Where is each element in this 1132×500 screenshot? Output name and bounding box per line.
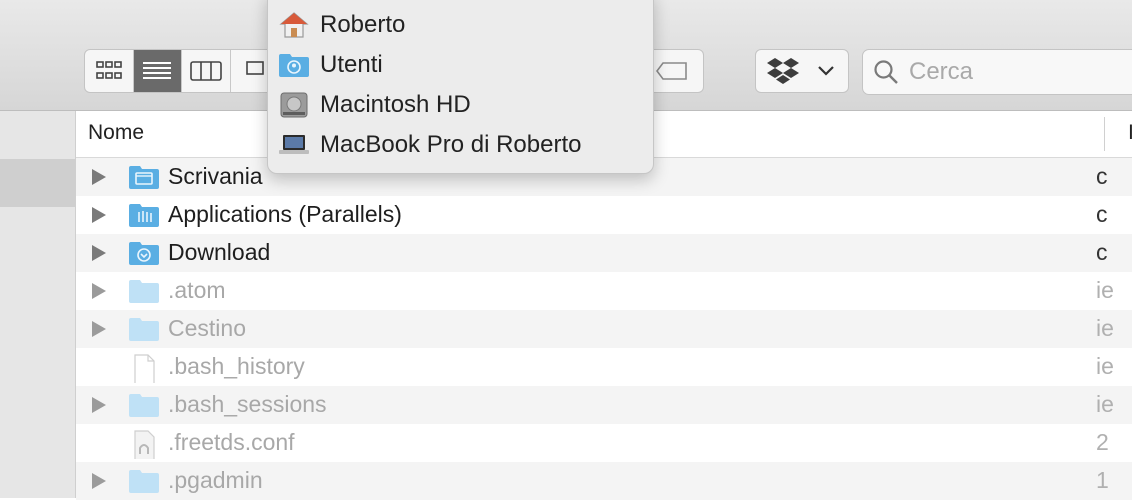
file-row-pgadmin[interactable]: .pgadmin 1 — [76, 462, 1132, 500]
path-popup-menu: Roberto Utenti Macintosh HD MacBook Pro … — [267, 0, 654, 174]
file-name: .freetds.conf — [168, 429, 295, 455]
tag-icon — [655, 62, 687, 80]
downloads-folder-icon — [129, 242, 159, 265]
file-name: Scrivania — [168, 163, 263, 189]
file-row-bash-sessions[interactable]: .bash_sessions ie — [76, 386, 1132, 424]
file-kind-cell: c — [1096, 239, 1108, 265]
list-view-button[interactable] — [133, 50, 183, 92]
disclosure-triangle-icon[interactable] — [92, 169, 106, 185]
dropbox-menu-button[interactable] — [755, 49, 849, 93]
path-menu-label: Roberto — [320, 11, 406, 38]
document-icon — [134, 354, 155, 383]
folder-icon — [129, 470, 159, 493]
file-list: Scrivania c Applications (Parallels) c D… — [76, 158, 1132, 500]
file-row-cestino[interactable]: Cestino ie — [76, 310, 1132, 348]
config-file-icon — [134, 430, 155, 459]
column-header-name[interactable]: Nome — [88, 121, 144, 145]
path-menu-item-roberto[interactable]: Roberto — [278, 5, 405, 45]
users-folder-icon — [278, 49, 310, 81]
path-menu-label: Macintosh HD — [320, 91, 471, 118]
disclosure-triangle-icon[interactable] — [92, 473, 106, 489]
folder-icon — [129, 280, 159, 303]
disclosure-triangle-icon[interactable] — [92, 283, 106, 299]
desktop-folder-icon — [129, 166, 159, 189]
column-view-button[interactable] — [182, 50, 231, 92]
file-name: .atom — [168, 277, 226, 303]
folder-icon — [129, 394, 159, 417]
file-kind-cell: ie — [1096, 315, 1114, 341]
disclosure-triangle-icon[interactable] — [92, 397, 106, 413]
file-name: .pgadmin — [168, 467, 263, 493]
file-name: Cestino — [168, 315, 246, 341]
sidebar-selected-item[interactable] — [0, 159, 75, 207]
file-kind-cell: 1 — [1096, 467, 1109, 493]
file-row-atom[interactable]: .atom ie — [76, 272, 1132, 310]
view-mode-segmented-control — [84, 49, 280, 93]
file-kind-cell: ie — [1096, 353, 1114, 379]
column-header-second[interactable]: I — [1128, 121, 1132, 145]
column-divider[interactable] — [1104, 117, 1105, 151]
home-icon — [278, 9, 310, 41]
applications-folder-icon — [129, 204, 159, 227]
file-name: Applications (Parallels) — [168, 201, 402, 227]
sidebar — [0, 111, 76, 498]
file-row-download[interactable]: Download c — [76, 234, 1132, 272]
file-row-bash-history[interactable]: .bash_history ie — [76, 348, 1132, 386]
file-kind-cell: 2 — [1096, 429, 1109, 455]
search-field[interactable] — [862, 49, 1132, 95]
file-kind-cell: ie — [1096, 277, 1114, 303]
columns-icon — [189, 61, 222, 81]
gallery-icon — [245, 61, 264, 75]
file-name: .bash_sessions — [168, 391, 327, 417]
dropbox-icon — [767, 58, 799, 84]
laptop-icon — [278, 129, 310, 161]
icon-view-button[interactable] — [85, 50, 134, 92]
path-menu-item-utenti[interactable]: Utenti — [278, 45, 383, 85]
disclosure-triangle-icon[interactable] — [92, 207, 106, 223]
file-row-freetds-conf[interactable]: .freetds.conf 2 — [76, 424, 1132, 462]
file-row-applications-parallels[interactable]: Applications (Parallels) c — [76, 196, 1132, 234]
search-input[interactable] — [907, 57, 1131, 87]
path-menu-item-macintosh-hd[interactable]: Macintosh HD — [278, 85, 471, 125]
file-name: Download — [168, 239, 271, 265]
path-menu-item-macbook-pro[interactable]: MacBook Pro di Roberto — [278, 125, 581, 165]
disclosure-triangle-icon[interactable] — [92, 245, 106, 261]
disclosure-triangle-icon[interactable] — [92, 321, 106, 337]
file-kind-cell: ie — [1096, 391, 1114, 417]
path-menu-label: MacBook Pro di Roberto — [320, 131, 582, 158]
chevron-down-icon — [818, 66, 834, 76]
hard-drive-icon — [278, 89, 310, 121]
search-icon — [874, 60, 898, 84]
folder-icon — [129, 318, 159, 341]
list-icon — [143, 62, 172, 79]
file-kind-cell: c — [1096, 201, 1108, 227]
grid-icon — [95, 61, 122, 79]
path-menu-label: Utenti — [320, 51, 383, 78]
file-name: .bash_history — [168, 353, 305, 379]
file-kind-cell: c — [1096, 163, 1108, 189]
